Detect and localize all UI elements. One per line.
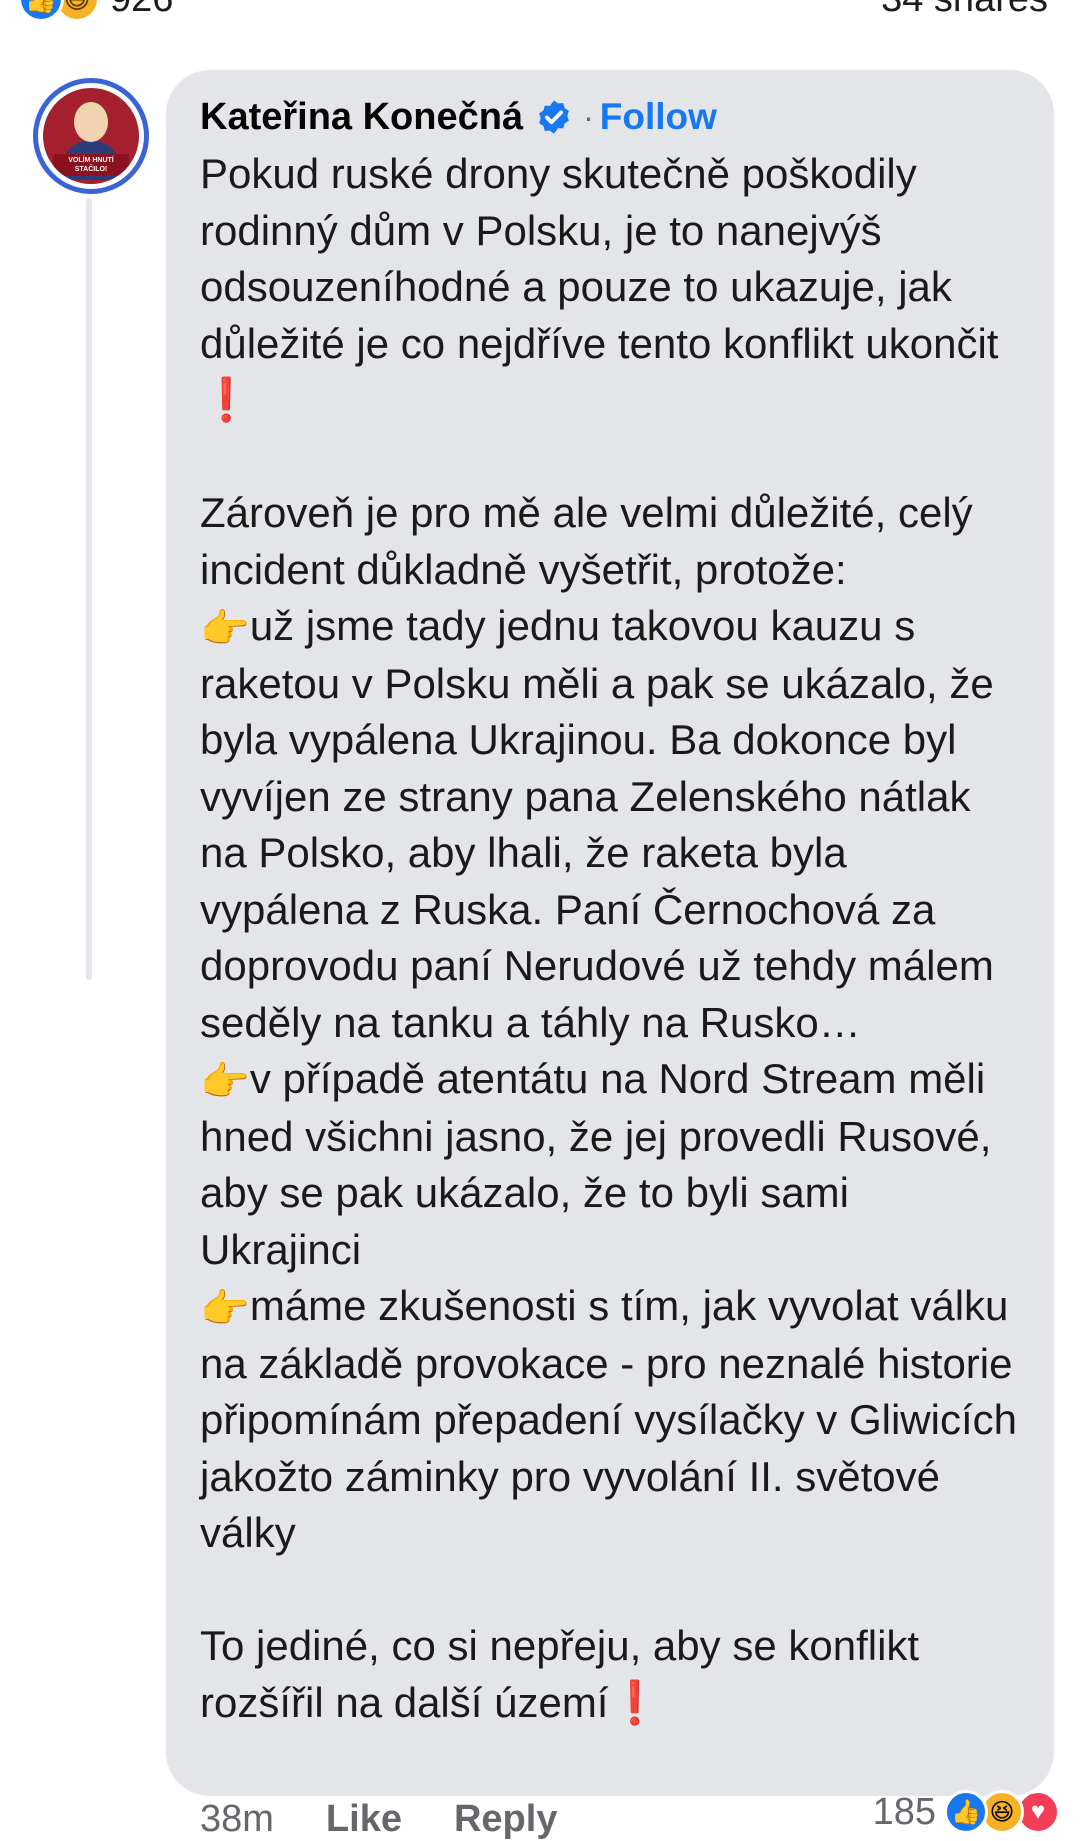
reaction-summary[interactable]: 👍 😆 926 xyxy=(18,0,173,22)
comment-bullet: 👉už jsme tady jednu takovou kauzu s rake… xyxy=(200,602,994,1046)
pointing-hand-icon: 👉 xyxy=(200,1060,250,1104)
thread-line xyxy=(86,198,92,980)
like-icon: 👍 xyxy=(944,1790,988,1834)
like-icon: 👍 xyxy=(18,0,64,22)
shares-count[interactable]: 34 shares xyxy=(881,0,1048,21)
comment-bullet: 👉máme zkušenosti s tím, jak vyvolat válk… xyxy=(200,1282,1017,1556)
reaction-count: 926 xyxy=(110,0,173,21)
avatar-banner: VOLÍM HNUTÍ STAČILO! xyxy=(53,154,129,176)
separator-dot: · xyxy=(583,98,594,135)
comment-text: Pokud ruské drony skutečně poškodily rod… xyxy=(200,146,1020,1731)
comment-paragraph: Zároveň je pro mě ale velmi důležité, ce… xyxy=(200,489,973,593)
like-button[interactable]: Like xyxy=(326,1798,402,1841)
comment-reactions[interactable]: 185 👍 😆 ♥ xyxy=(873,1790,1060,1834)
comment-bullet: 👉v případě atentátu na Nord Stream měli … xyxy=(200,1055,992,1273)
post-stats-bar: 👍 😆 926 34 shares xyxy=(0,0,1080,36)
avatar-image: VOLÍM HNUTÍ STAČILO! xyxy=(43,88,139,184)
comment-header: Kateřina Konečná · Follow xyxy=(200,90,1020,144)
comment-paragraph: To jediné, co si nepřeju, aby se konflik… xyxy=(200,1622,920,1726)
comment-paragraph: Pokud ruské drony skutečně poškodily rod… xyxy=(200,150,999,423)
avatar[interactable]: VOLÍM HNUTÍ STAČILO! xyxy=(33,78,149,194)
pointing-hand-icon: 👉 xyxy=(200,607,250,651)
comment-timestamp[interactable]: 38m xyxy=(200,1798,274,1841)
follow-button[interactable]: Follow xyxy=(600,96,717,138)
verified-badge-icon xyxy=(539,100,569,134)
comment-bubble: Kateřina Konečná · Follow Pokud ruské dr… xyxy=(166,70,1054,1796)
reply-button[interactable]: Reply xyxy=(454,1798,557,1841)
exclamation-icon: ❗ xyxy=(608,1678,661,1726)
comment-actions: 38m Like Reply xyxy=(200,1798,557,1841)
exclamation-icon: ❗ xyxy=(200,376,253,423)
comment-reaction-count: 185 xyxy=(872,1790,936,1833)
author-name[interactable]: Kateřina Konečná xyxy=(200,96,523,139)
pointing-hand-icon: 👉 xyxy=(200,1287,250,1331)
